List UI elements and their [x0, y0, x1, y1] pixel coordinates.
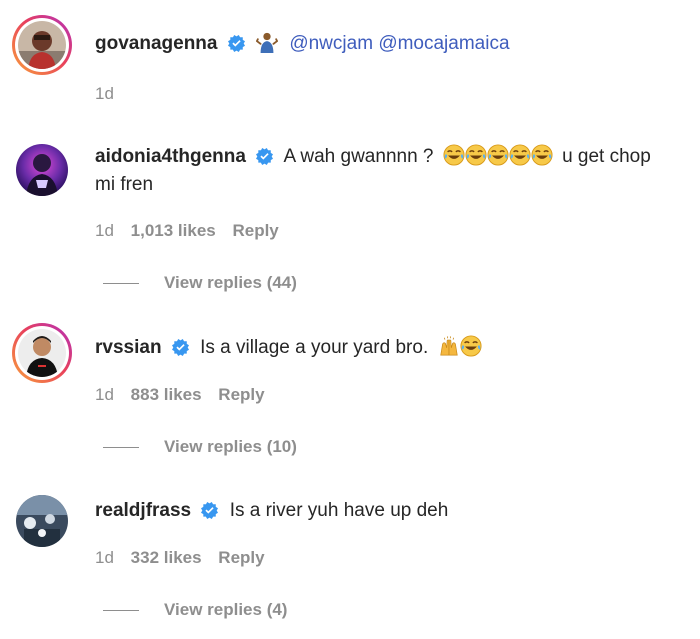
view-replies-button[interactable]: View replies (4): [103, 600, 287, 620]
avatar-govanagenna[interactable]: [12, 15, 72, 75]
view-replies-label: View replies (44): [164, 273, 297, 292]
tears-of-joy-emoji: [509, 144, 531, 166]
view-replies-button[interactable]: View replies (10): [103, 437, 297, 457]
verified-badge-icon: [256, 148, 273, 165]
likes-count[interactable]: 1,013 likes: [131, 221, 216, 240]
comment-text: Is a river yuh have up deh: [229, 500, 449, 521]
raising-hands-emoji: [438, 335, 460, 357]
reply-button[interactable]: Reply: [218, 385, 264, 404]
username[interactable]: aidonia4thgenna: [95, 146, 246, 167]
username[interactable]: rvssian: [95, 337, 162, 358]
mention-mocajamaica[interactable]: @mocajamaica: [378, 33, 509, 54]
avatar-image: [18, 329, 66, 377]
avatar-image: [16, 495, 68, 547]
avatar-aidonia4thgenna[interactable]: [12, 140, 72, 200]
tears-of-joy-emoji: [460, 335, 482, 357]
likes-count[interactable]: 332 likes: [131, 548, 202, 567]
tears-of-joy-emoji: [531, 144, 553, 166]
comment-time[interactable]: 1d: [95, 221, 114, 240]
tears-of-joy-emoji: [487, 144, 509, 166]
comment-text-part1: A wah gwannnn ?: [283, 146, 434, 167]
comment-time[interactable]: 1d: [95, 548, 114, 567]
divider-line: [103, 446, 139, 448]
comment-text: Is a village a your yard bro.: [200, 337, 429, 358]
likes-count[interactable]: 883 likes: [131, 385, 202, 404]
tears-of-joy-emojis: [443, 146, 558, 167]
comment-time[interactable]: 1d: [95, 84, 114, 103]
view-replies-label: View replies (10): [164, 437, 297, 456]
username[interactable]: realdjfrass: [95, 500, 191, 521]
reply-button[interactable]: Reply: [232, 221, 278, 240]
view-replies-button[interactable]: View replies (44): [103, 273, 297, 293]
divider-line: [103, 282, 139, 284]
view-replies-label: View replies (4): [164, 600, 288, 619]
username[interactable]: govanagenna: [95, 33, 217, 54]
comment-time[interactable]: 1d: [95, 385, 114, 404]
verified-badge-icon: [228, 35, 245, 52]
avatar-image: [16, 144, 68, 196]
tears-of-joy-emoji: [465, 144, 487, 166]
reply-button[interactable]: Reply: [218, 548, 264, 567]
mention-nwcjam[interactable]: @nwcjam: [289, 33, 373, 54]
avatar-realdjfrass[interactable]: [12, 491, 72, 551]
verified-badge-icon: [201, 502, 218, 519]
tears-of-joy-emoji: [443, 144, 465, 166]
person-shrugging-emoji: [256, 31, 278, 53]
avatar-rvssian[interactable]: [12, 323, 72, 383]
avatar-image: [18, 21, 66, 69]
divider-line: [103, 609, 139, 611]
verified-badge-icon: [172, 339, 189, 356]
